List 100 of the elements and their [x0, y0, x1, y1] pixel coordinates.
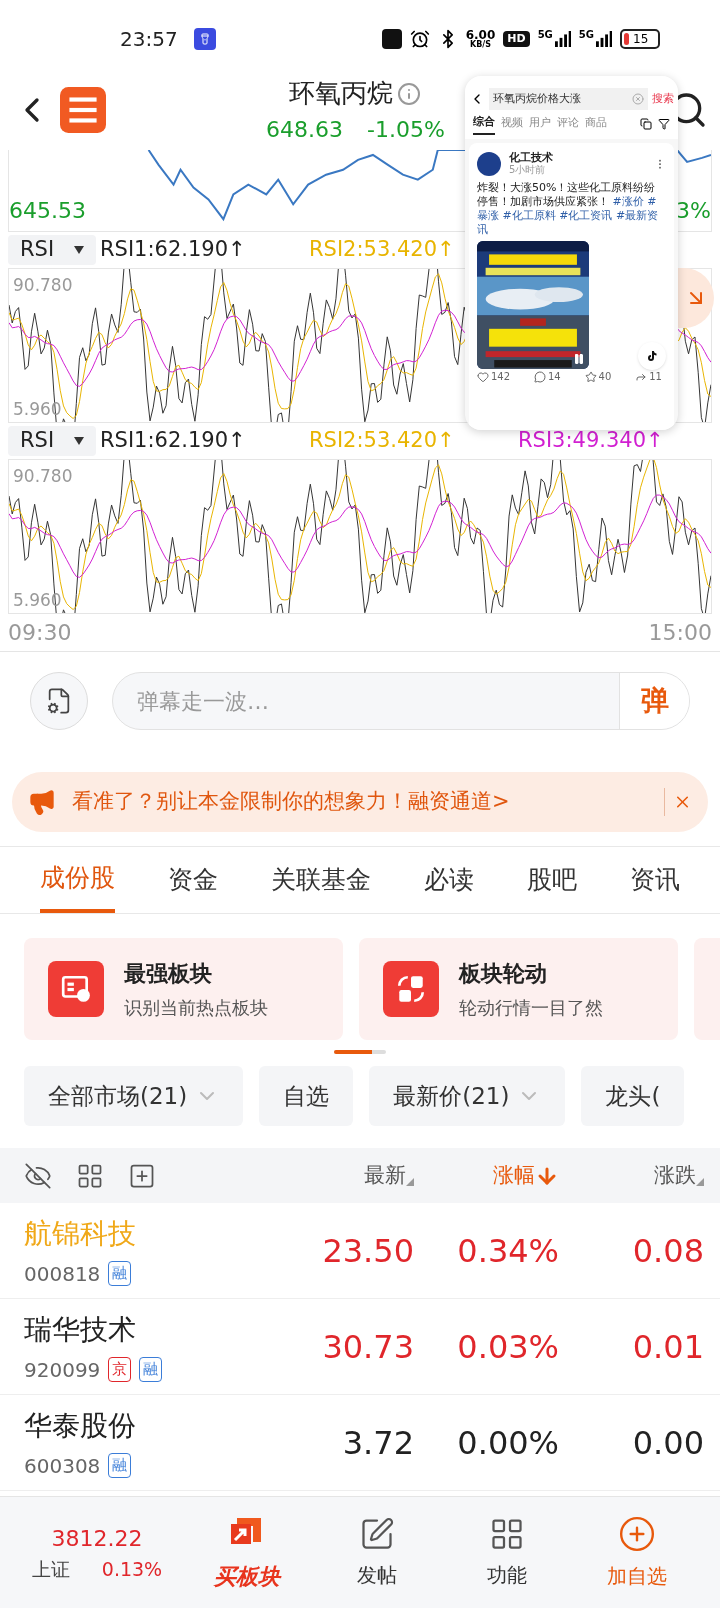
caret-icon: [74, 246, 84, 254]
index-name: 上证: [31, 1556, 70, 1582]
content-tab[interactable]: 必读: [424, 847, 474, 913]
comment-icon[interactable]: [534, 370, 546, 383]
filter-chip[interactable]: 龙头(: [581, 1066, 685, 1126]
search-tab[interactable]: 评论: [557, 115, 579, 134]
stat-count: 142: [491, 371, 511, 382]
signal-icon: [554, 30, 571, 48]
caret-icon: [74, 437, 84, 445]
change-label: 3%: [676, 197, 711, 225]
stock-name[interactable]: 华泰股份: [24, 1404, 136, 1447]
alarm-icon: [409, 29, 430, 49]
carousel-indicator: [334, 1050, 386, 1054]
content-tab[interactable]: 资讯: [630, 847, 680, 913]
rsi2-value: RSI2:53.420↑: [309, 236, 456, 264]
stock-tag: 融: [139, 1357, 163, 1382]
rsi2-value: RSI2:53.420↑: [309, 427, 456, 455]
network-type: 5G: [578, 30, 594, 40]
filter-chip[interactable]: 最新价(21): [369, 1066, 566, 1126]
column-header[interactable]: 最新: [269, 1159, 414, 1192]
megaphone-icon: [28, 788, 56, 816]
stock-code: 600308: [24, 1452, 101, 1480]
hd-badge: HD: [503, 30, 530, 48]
stock-tag: 京: [108, 1357, 132, 1382]
card-title: 板块轮动: [459, 960, 548, 988]
rotate-icon: [383, 961, 439, 1017]
table-cell-text: 23.50: [321, 1230, 414, 1272]
app-logo-icon[interactable]: [60, 87, 106, 133]
search-tab[interactable]: 用户: [529, 115, 551, 134]
time-label: 09:30: [8, 619, 72, 647]
toolbar-button[interactable]: 发帖: [312, 1515, 442, 1590]
star-icon[interactable]: [584, 370, 597, 383]
current-price: 648.63: [266, 116, 343, 144]
table-cell-text: 0.08: [631, 1230, 704, 1272]
filter-icon[interactable]: [658, 118, 670, 131]
danmaku-input[interactable]: 弹幕走一波…: [113, 673, 619, 729]
search-field[interactable]: 环氧丙烷价格大涨: [489, 88, 648, 110]
search-tab[interactable]: 综合: [473, 114, 495, 135]
content-tab[interactable]: 资金: [168, 847, 218, 913]
rsi1-value: RSI1:62.190↑: [100, 236, 247, 264]
axis-max-label: 90.780: [13, 465, 73, 488]
banner-text: 看准了？别让本金限制你的想象力！融资通道>: [72, 788, 510, 816]
search-button[interactable]: 搜索: [652, 90, 674, 108]
network-type: 5G: [537, 30, 553, 40]
stat-count: 40: [598, 371, 612, 382]
feature-card[interactable]: 板块轮动 轮动行情一目了然: [359, 938, 678, 1040]
pause-icon[interactable]: [573, 352, 585, 365]
heart-icon[interactable]: [477, 370, 489, 383]
author-avatar: [477, 151, 501, 176]
rsi1-value: RSI1:62.190↑: [100, 427, 247, 455]
info-icon[interactable]: [397, 81, 422, 106]
index-value: 3812.22: [51, 1524, 143, 1553]
price-low-label: 645.53: [9, 197, 86, 225]
indicator-dropdown[interactable]: RSI: [8, 235, 96, 265]
filter-chip[interactable]: 自选: [259, 1066, 354, 1126]
table-cell-text: 0.00: [631, 1422, 704, 1464]
post-time: 5小时前: [509, 164, 547, 177]
content-tab[interactable]: 关联基金: [271, 847, 371, 913]
board-icon: [48, 961, 104, 1017]
rsi3-value: RSI3:49.340↑: [518, 427, 664, 455]
layout-icon[interactable]: [640, 118, 652, 131]
content-tab[interactable]: 股吧: [527, 847, 577, 913]
search-tab[interactable]: 商品: [585, 115, 607, 134]
feature-card[interactable]: 最强板块 识别当前热点板块: [24, 938, 343, 1040]
stat-count: 11: [649, 371, 662, 382]
toolbar-button[interactable]: 买板块: [182, 1512, 312, 1593]
search-tab[interactable]: 视频: [501, 115, 523, 134]
signal-icon: [596, 30, 612, 48]
clock: 23:57: [120, 26, 178, 53]
table-cell-text: 0.34%: [456, 1230, 559, 1272]
table-cell-text: 3.72: [341, 1422, 414, 1464]
table-cell-text: 0.01: [631, 1326, 704, 1368]
trend-button[interactable]: [678, 268, 714, 328]
music-note-icon: [646, 350, 658, 362]
hide-icon[interactable]: [24, 1161, 52, 1190]
card-title: 最强板块: [124, 960, 213, 988]
table-cell-text: 0.00%: [456, 1422, 559, 1464]
stock-title: 环氧丙烷: [289, 77, 394, 110]
send-danmaku-button[interactable]: 弹: [619, 673, 689, 729]
column-header[interactable]: 涨跌: [559, 1159, 704, 1192]
table-cell-text: 0.03%: [456, 1326, 559, 1368]
stock-tag: 融: [108, 1261, 132, 1286]
toolbar-button[interactable]: 功能: [442, 1515, 572, 1590]
price-change: -1.05%: [367, 116, 445, 144]
stock-tag: 融: [108, 1453, 132, 1478]
sort-triangle-icon: [696, 1177, 704, 1186]
danmaku-field[interactable]: 弹幕走一波… 弹: [112, 672, 690, 730]
content-tab[interactable]: 成份股: [40, 847, 115, 913]
post-text: 炸裂！大涨50%！这些化工原料纷纷停售！加剧市场供应紧张！ #涨价 #暴涨 #化工原料 #化工资讯 #最新资讯: [477, 180, 660, 237]
filter-chip[interactable]: 全部市场(21): [24, 1066, 244, 1126]
stock-code: 920099: [24, 1356, 101, 1384]
flashlight-icon: [193, 28, 216, 50]
stock-code: 000818: [24, 1260, 101, 1288]
stock-name[interactable]: 瑞华技术: [24, 1308, 163, 1351]
speed-unit: KB/S: [470, 41, 491, 49]
indicator-dropdown[interactable]: RSI: [8, 426, 96, 456]
battery-icon: 15: [620, 29, 660, 49]
index-change: 0.13%: [101, 1556, 163, 1582]
time-label: 15:00: [648, 619, 712, 647]
add-icon: [618, 1514, 656, 1553]
